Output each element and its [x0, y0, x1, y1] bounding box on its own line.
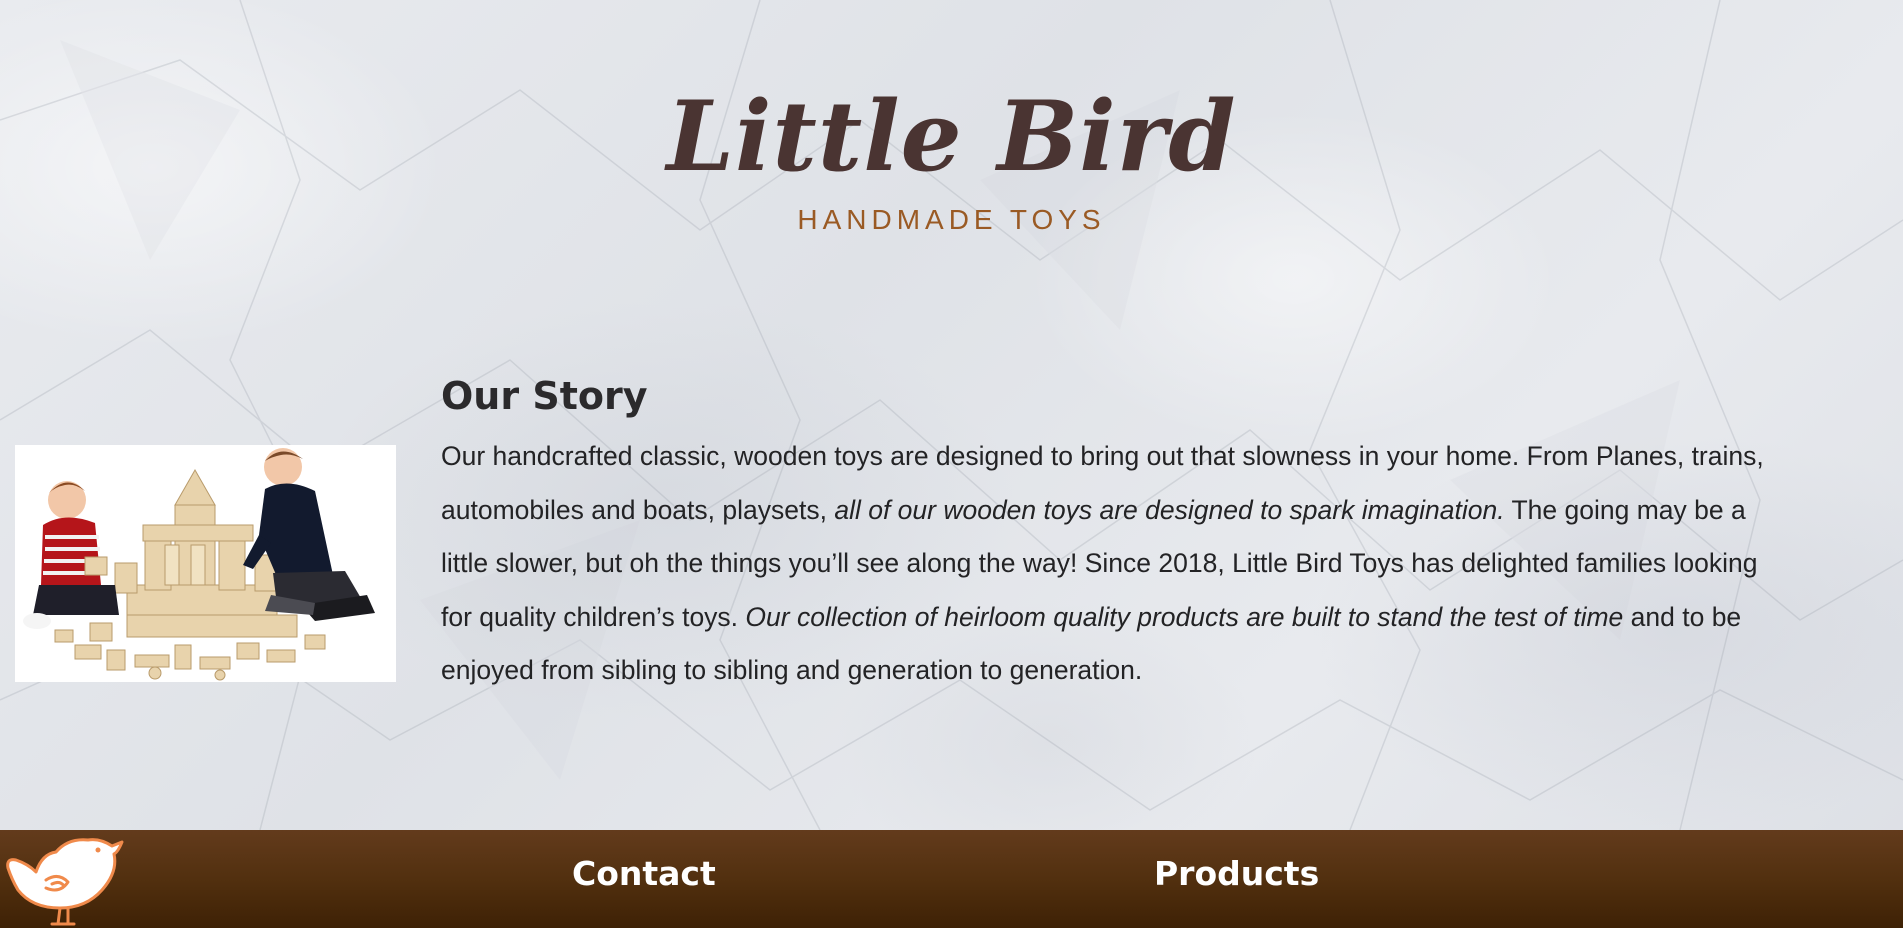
story-heading: Our Story [441, 374, 648, 418]
site-logo-title[interactable]: Little Bird [0, 82, 1903, 192]
site-header: Little Bird HANDMADE TOYS [0, 82, 1903, 236]
site-tagline: HANDMADE TOYS [797, 204, 1106, 235]
footer-contact-link[interactable]: Contact [572, 854, 716, 894]
story-image [15, 445, 396, 682]
footer-products-link[interactable]: Products [1154, 854, 1319, 894]
story-emphasis: all of our wooden toys are designed to s… [834, 494, 1505, 525]
our-story-section: Our Story Our handcrafted classic, woode… [441, 368, 1781, 698]
story-paragraph: Our handcrafted classic, wooden toys are… [441, 430, 1781, 698]
bird-icon[interactable] [2, 832, 126, 928]
story-emphasis: Our collection of heirloom quality produ… [745, 601, 1624, 632]
site-footer: Contact Products [0, 830, 1903, 928]
